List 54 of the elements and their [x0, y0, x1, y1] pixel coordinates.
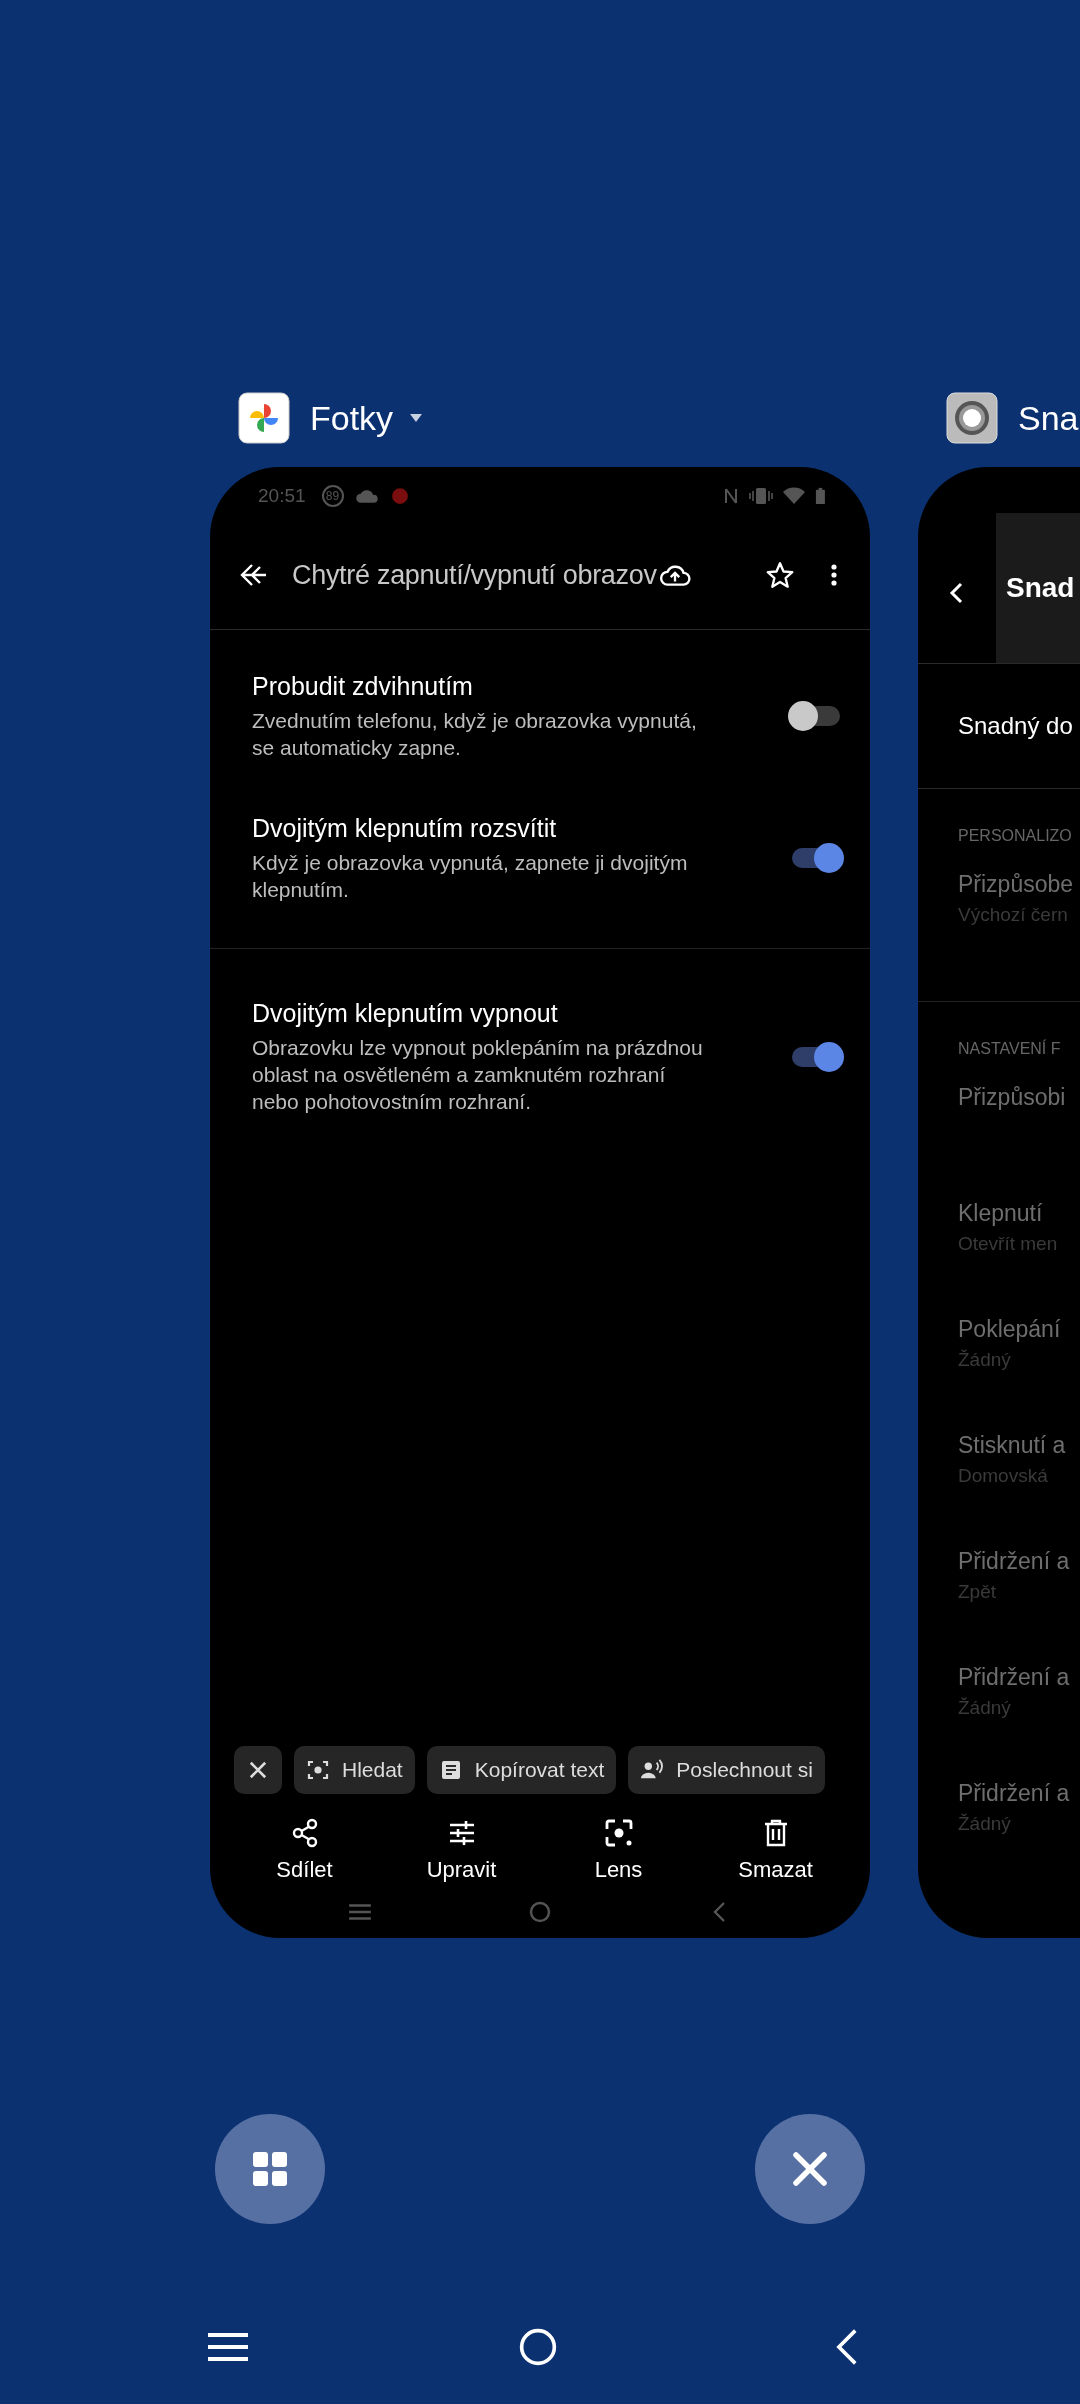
- pinwheel-icon: [238, 392, 290, 444]
- vibrate-icon: [749, 487, 774, 505]
- setting-title[interactable]: Přizpůsobe: [958, 871, 1080, 898]
- action-chip[interactable]: Hledat: [294, 1746, 415, 1794]
- action-button[interactable]: Upravit: [401, 1816, 522, 1884]
- setting-title[interactable]: Přizpůsobi: [958, 1084, 1080, 1111]
- action-chip[interactable]: Poslechnout si: [628, 1746, 825, 1794]
- status-time: 20:51: [258, 485, 306, 507]
- cloud-icon: [353, 487, 381, 505]
- app-card[interactable]: Snad Snadný do PERSONALIZO Přizpůsobe Výchozí čern NASTAVENÍ F Přizpůsobi Klepnutí Otevřít men Poklepání Žádný Stisknutí a Domovská Přidržení a Zpět Přidržení a Žádný Přidržení a Žádný: [918, 467, 1080, 1938]
- setting-value: Výchozí čern: [958, 904, 1069, 926]
- section-heading: PERSONALIZO: [958, 827, 1073, 845]
- setting-title: Dvojitým klepnutím rozsvítit: [252, 813, 558, 843]
- grid-icon: [250, 2149, 290, 2189]
- wifi-icon: [783, 487, 806, 505]
- setting-title[interactable]: Přidržení a: [958, 1548, 1080, 1575]
- setting-value: Domovská: [958, 1465, 1049, 1487]
- setting-value: Otevřít men: [958, 1233, 1059, 1255]
- setting-title: Probudit zdvihnutím: [252, 671, 474, 701]
- lens-icon: [306, 1758, 330, 1782]
- setting-title[interactable]: Přidržení a: [958, 1780, 1080, 1807]
- setting-title[interactable]: Poklepání: [958, 1316, 1080, 1343]
- nfc-icon: [723, 487, 740, 505]
- battery-icon: [815, 487, 826, 505]
- notification-badge: 89: [321, 485, 344, 507]
- setting-title[interactable]: Snadný do: [958, 712, 1073, 740]
- screen-title: Chytré zapnutí/vypnutí obrazov: [292, 559, 657, 591]
- star-icon[interactable]: [766, 561, 794, 589]
- setting-description: Zvednutím telefonu, když je obrazovka vypnutá, se automaticky zapne.: [252, 707, 698, 761]
- action-chip[interactable]: Kopírovat text: [426, 1746, 617, 1794]
- more-options-icon[interactable]: [830, 563, 838, 587]
- app-label[interactable]: Sna: [1018, 398, 1079, 438]
- setting-title[interactable]: Klepnutí: [958, 1200, 1080, 1227]
- action-button[interactable]: Smazat: [715, 1816, 836, 1884]
- setting-description: Obrazovku lze vypnout poklepáním na prázdnou oblast na osvětleném a zamknutém rozhraní nebo pohotovostním rozhraní.: [252, 1035, 704, 1115]
- screen-title: Snad: [996, 513, 1080, 663]
- dropdown-caret-icon[interactable]: [409, 413, 424, 423]
- setting-title: Dvojitým klepnutím vypnout: [252, 999, 559, 1028]
- action-button[interactable]: Sdílet: [244, 1816, 365, 1884]
- close-chip[interactable]: [234, 1746, 282, 1794]
- setting-value: Žádný: [958, 1349, 1012, 1371]
- ring-icon: [946, 392, 998, 444]
- setting-title[interactable]: Stisknutí a: [958, 1432, 1080, 1459]
- close-icon: [790, 2149, 830, 2189]
- setting-title[interactable]: Přidržení a: [958, 1664, 1080, 1691]
- action-button[interactable]: Lens: [558, 1816, 679, 1884]
- setting-value: Žádný: [958, 1697, 1012, 1719]
- setting-value: Žádný: [958, 1813, 1012, 1835]
- app-card[interactable]: [210, 467, 870, 1938]
- record-dot-icon: [390, 487, 409, 505]
- section-heading: NASTAVENÍ F: [958, 1040, 1062, 1058]
- app-label[interactable]: Fotky: [310, 398, 394, 438]
- setting-description: Když je obrazovka vypnutá, zapnete ji dvojitým klepnutím.: [252, 849, 689, 903]
- setting-value: Zpět: [958, 1581, 998, 1603]
